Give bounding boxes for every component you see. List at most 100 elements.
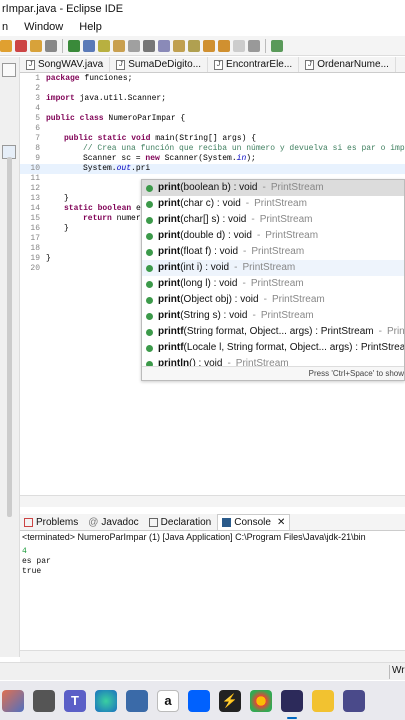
- content-assist-item[interactable]: printf(Locale l, String format, Object..…: [142, 340, 404, 356]
- open-icon[interactable]: [0, 39, 12, 52]
- close-icon[interactable]: ✕: [277, 517, 285, 528]
- content-assist-item[interactable]: print(char[] s) : void - PrintStream: [142, 212, 404, 228]
- mark-icon[interactable]: [98, 39, 110, 52]
- java-file-icon: J: [26, 59, 35, 70]
- public-method-icon: [146, 184, 153, 192]
- run-icon[interactable]: [68, 39, 80, 52]
- restore-view-icon[interactable]: [2, 63, 16, 77]
- public-method-icon: [146, 248, 153, 256]
- method-signature: print(long l) : void: [158, 278, 238, 289]
- menu-bar: n Window Help: [0, 18, 405, 36]
- back-icon[interactable]: [218, 39, 230, 52]
- line-number: 11: [30, 174, 40, 183]
- code-line: public class NumeroParImpar {: [46, 114, 186, 123]
- editor-tab[interactable]: J OrdenarNume...: [299, 57, 396, 72]
- declaring-type: PrintSt: [386, 326, 405, 337]
- code-line: import java.util.Scanner;: [46, 94, 167, 103]
- teams-icon[interactable]: T: [64, 689, 86, 712]
- console-icon: [222, 518, 232, 527]
- vertical-scrollbar[interactable]: [7, 157, 12, 517]
- tab-problems[interactable]: Problems: [20, 514, 82, 530]
- declaring-type: PrintStream: [271, 294, 325, 305]
- amazon-icon[interactable]: a: [157, 689, 179, 712]
- content-assist-item[interactable]: print(int i) : void - PrintStream: [142, 260, 404, 276]
- tab-label: OrdenarNume...: [317, 59, 389, 70]
- console-horizontal-scrollbar[interactable]: [20, 650, 405, 662]
- line-number: 10: [30, 164, 40, 173]
- prev-annotation-icon[interactable]: [188, 39, 200, 52]
- last-edit-icon[interactable]: [203, 39, 215, 52]
- build-icon[interactable]: [30, 39, 42, 52]
- code-line: return numer: [83, 214, 141, 223]
- public-method-icon: [146, 296, 153, 304]
- content-assist-item[interactable]: print(String s) : void - PrintStream: [142, 308, 404, 324]
- line-number: 12: [30, 184, 40, 193]
- tab-console[interactable]: Console ✕: [217, 514, 291, 530]
- debug-icon[interactable]: [15, 39, 27, 52]
- content-assist-item[interactable]: print(boolean b) : void - PrintStream: [142, 180, 404, 196]
- content-assist-item[interactable]: print(char c) : void - PrintStream: [142, 196, 404, 212]
- dropbox-icon[interactable]: [188, 689, 210, 712]
- line-number: 13: [30, 194, 40, 203]
- status-bar: Wri: [0, 662, 405, 680]
- console-input-line: 4: [22, 547, 27, 556]
- next-annotation-icon[interactable]: [173, 39, 185, 52]
- public-method-icon: [146, 312, 153, 320]
- left-trim: [0, 57, 20, 657]
- bottom-panel-tabs: Problems @ Javadoc Declaration Console ✕: [20, 514, 405, 531]
- menu-item-navigate[interactable]: n: [0, 18, 10, 36]
- annotation-icon[interactable]: [128, 39, 140, 52]
- line-number: 15: [30, 214, 40, 223]
- forward-icon[interactable]: [233, 39, 245, 52]
- editor-horizontal-scrollbar[interactable]: [20, 495, 405, 507]
- menu-item-window[interactable]: Window: [22, 18, 65, 36]
- code-line: package funciones;: [46, 74, 133, 83]
- editor-tab[interactable]: J SongWAV.java: [20, 57, 111, 72]
- toolbar-separator: [265, 38, 266, 53]
- content-assist-item[interactable]: print(double d) : void - PrintStream: [142, 228, 404, 244]
- line-number: 19: [30, 254, 40, 263]
- tab-declaration[interactable]: Declaration: [145, 514, 216, 530]
- content-assist-item[interactable]: print(Object obj) : void - PrintStream: [142, 292, 404, 308]
- editor-tab[interactable]: J SumaDeDigito...: [110, 57, 209, 72]
- editor-tab[interactable]: J EncontrarEle...: [208, 57, 300, 72]
- block-icon[interactable]: [158, 39, 170, 52]
- line-number: 14: [30, 204, 40, 213]
- declaration-icon: [148, 517, 158, 527]
- paragraph-icon[interactable]: [143, 39, 155, 52]
- tab-javadoc[interactable]: @ Javadoc: [84, 514, 142, 530]
- task-icon[interactable]: [113, 39, 125, 52]
- code-line-current: System.out.pri: [83, 164, 151, 173]
- content-assist-item[interactable]: print(float f) : void - PrintStream: [142, 244, 404, 260]
- line-number: 8: [35, 144, 40, 153]
- perspective-icon[interactable]: [271, 39, 283, 52]
- method-signature: print(char[] s) : void: [158, 214, 247, 225]
- edge-icon[interactable]: [95, 689, 117, 712]
- mail-icon[interactable]: [126, 689, 148, 712]
- chrome-icon[interactable]: [250, 689, 272, 712]
- window-title: rImpar.java - Eclipse IDE: [0, 0, 405, 18]
- java-file-icon: J: [305, 59, 315, 70]
- code-line: }: [46, 254, 51, 263]
- code-line: }: [64, 194, 69, 203]
- console-output[interactable]: 4 es par true: [20, 547, 405, 647]
- content-assist-popup: print(boolean b) : void - PrintStream pri…: [141, 179, 405, 381]
- method-signature: print(int i) : void: [158, 262, 230, 273]
- line-number: 18: [30, 244, 40, 253]
- line-number: 9: [35, 154, 40, 163]
- line-number: 6: [35, 124, 40, 133]
- terminal-icon[interactable]: ⚡: [219, 689, 241, 712]
- file-explorer-icon[interactable]: [312, 689, 334, 712]
- menu-item-help[interactable]: Help: [77, 18, 104, 36]
- public-method-icon: [146, 264, 153, 272]
- app-thumbnail-icon[interactable]: [2, 689, 24, 712]
- content-assist-item[interactable]: printf(String format, Object... args) : …: [142, 324, 404, 340]
- task-view-icon[interactable]: [33, 689, 55, 712]
- content-assist-item[interactable]: print(long l) : void - PrintStream: [142, 276, 404, 292]
- dropdown-icon[interactable]: [45, 39, 57, 52]
- tab-label: Console: [234, 517, 271, 528]
- pin-icon[interactable]: [248, 39, 260, 52]
- search-icon[interactable]: [83, 39, 95, 52]
- app-icon[interactable]: [343, 689, 365, 712]
- eclipse-icon[interactable]: [281, 689, 303, 719]
